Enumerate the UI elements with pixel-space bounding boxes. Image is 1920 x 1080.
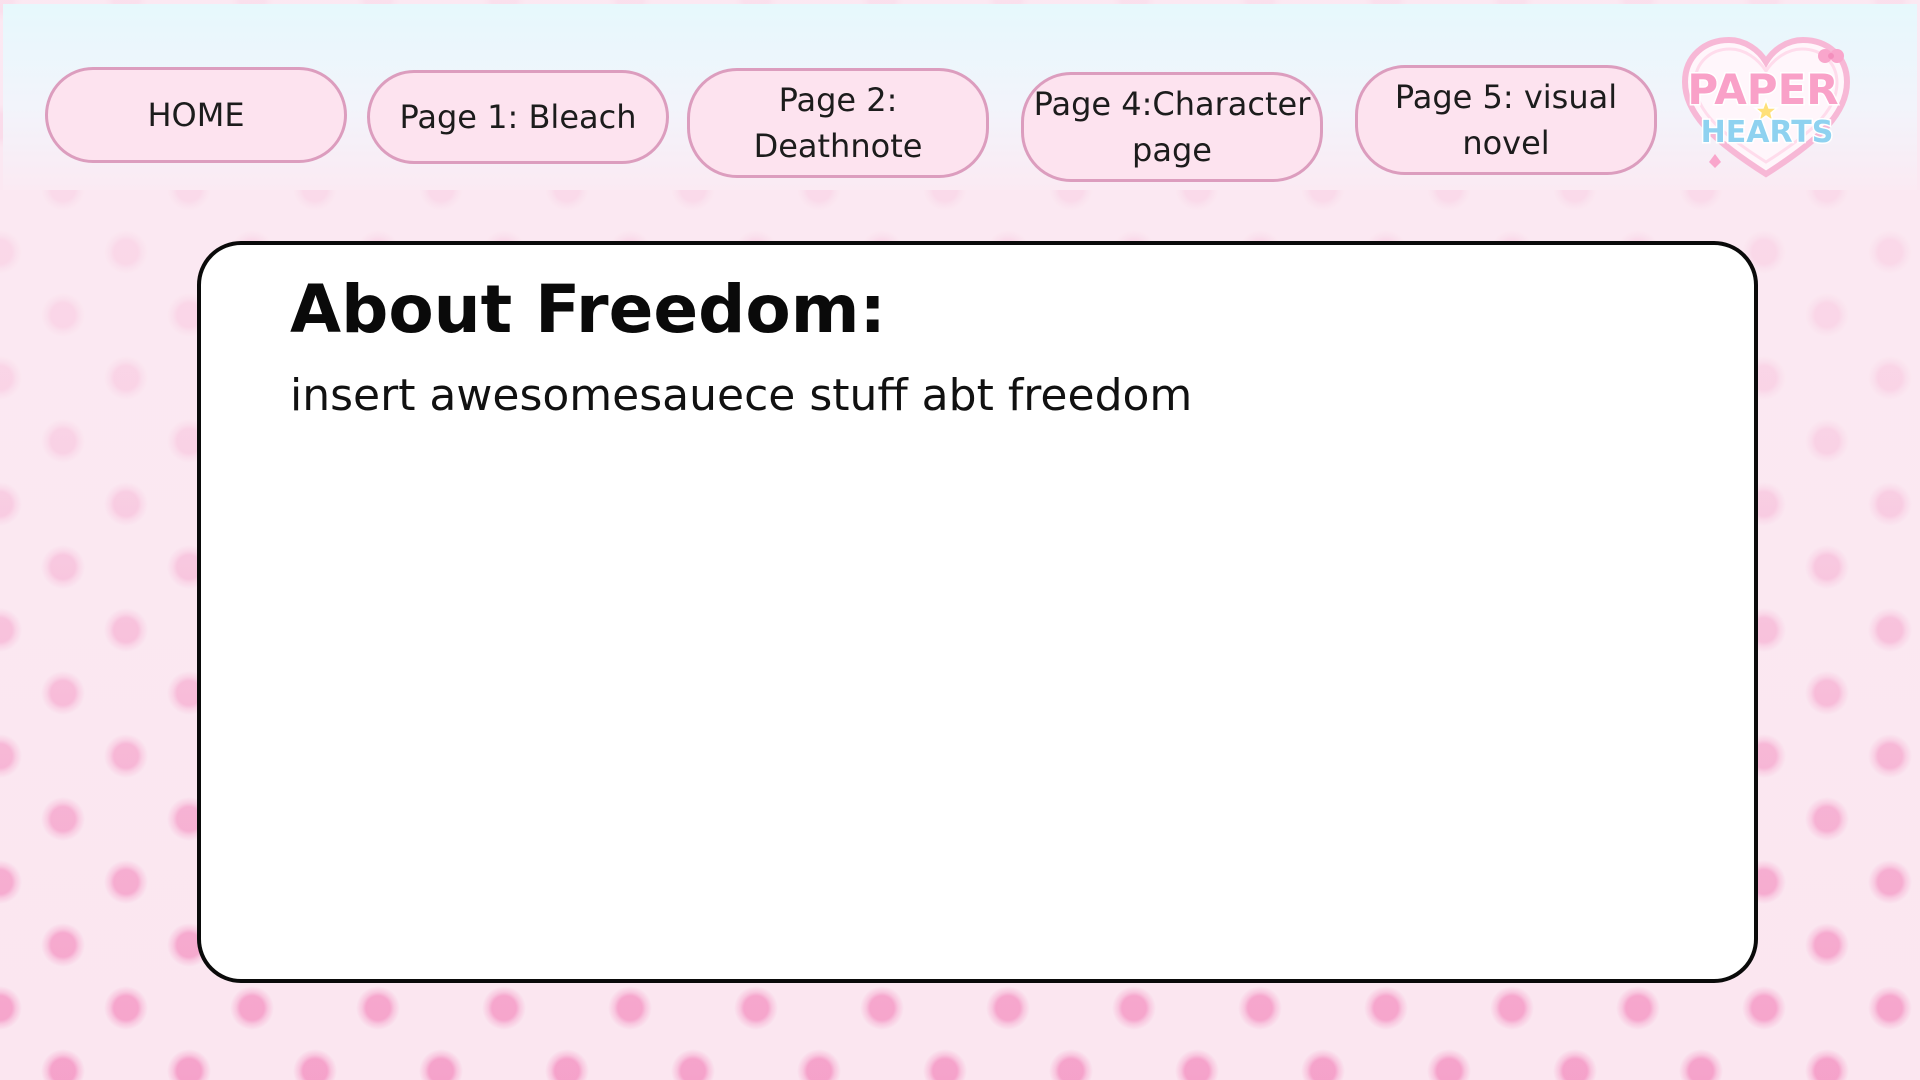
nav-page4-character-button[interactable]: Page 4:Character page — [1021, 72, 1323, 182]
nav-home-label: HOME — [147, 96, 245, 134]
nav-page2-label: Page 2: Deathnote — [753, 81, 923, 165]
nav-page5-label: Page 5: visual novel — [1394, 78, 1618, 162]
nav-page1-bleach-button[interactable]: Page 1: Bleach — [367, 70, 669, 164]
content-card — [197, 241, 1758, 983]
top-navigation-bar: HOME Page 1: Bleach Page 2: Deathnote Pa… — [3, 4, 1917, 190]
nav-home-button[interactable]: HOME — [45, 67, 347, 163]
paper-hearts-logo[interactable]: PAPER HEARTS — [1679, 34, 1853, 180]
svg-text:HEARTS: HEARTS — [1701, 115, 1834, 150]
nav-page4-label: Page 4:Character page — [1033, 85, 1311, 169]
page-title: About Freedom: — [290, 271, 886, 348]
nav-page5-visual-novel-button[interactable]: Page 5: visual novel — [1355, 65, 1657, 175]
nav-page1-label: Page 1: Bleach — [399, 98, 637, 136]
nav-page2-deathnote-button[interactable]: Page 2: Deathnote — [687, 68, 989, 178]
body-text: insert awesomesauece stuff abt freedom — [290, 370, 1193, 421]
